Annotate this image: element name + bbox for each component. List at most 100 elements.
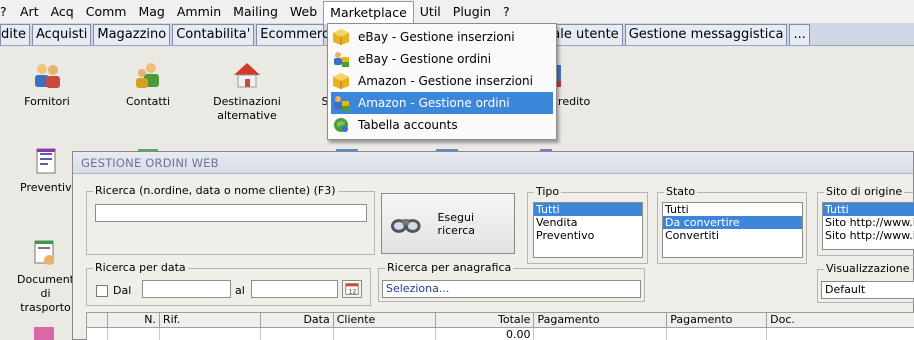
tab-magazzino[interactable]: Magazzino [93,24,171,45]
menu-art[interactable]: Art [14,1,45,23]
desktop-icon-label: Contatti [125,95,171,108]
desktop-icon-preventivi[interactable]: Preventivi [20,147,72,195]
transport-docs-icon [29,239,59,267]
menu-item-ebay-ordini[interactable]: eBay - Gestione ordini [328,48,556,70]
amazon-listings-icon [333,73,349,89]
desktop-icon-documenti[interactable]: Documenti di trasporto [14,239,74,315]
stato-group: Stato Tutti Da convertire Convertiti [657,185,807,264]
cell [667,328,768,340]
sito-group-label: Sito di origine [824,185,905,199]
tipo-group: Tipo Tutti Vendita Preventivo [527,185,648,264]
calendar-button[interactable]: 12 [342,280,362,298]
menu-marketplace[interactable]: Marketplace [323,0,414,25]
col-totale[interactable]: Totale [436,313,535,327]
alternative-destinations-icon [232,61,262,89]
tipo-option-vendita[interactable]: Vendita [534,216,642,229]
search-input[interactable] [95,204,367,222]
col-selector[interactable] [87,313,108,327]
sito-listbox[interactable]: Tutti Sito http://www.ils Sito http://ww… [822,202,914,250]
menu-help[interactable]: ? [497,1,516,23]
tipo-group-label: Tipo [534,185,562,199]
date-from-field[interactable] [142,280,231,298]
anagrafica-group: Ricerca per anagrafica Seleziona... [378,261,645,302]
col-pagamento-2[interactable]: Pagamento [667,313,768,327]
execute-search-label: Esegui ricerca [437,210,476,237]
binoculars-icon [390,218,421,233]
contacts-icon [133,61,163,89]
stato-option-tutti[interactable]: Tutti [663,203,802,216]
tipo-option-preventivo[interactable]: Preventivo [534,229,642,242]
col-cliente[interactable]: Cliente [334,313,436,327]
window-title: GESTIONE ORDINI WEB [73,152,913,174]
menu-item-ebay-inserzioni[interactable]: eBay - Gestione inserzioni [328,26,556,48]
col-rif[interactable]: Rif. [160,313,261,327]
menu-item-label: Tabella accounts [358,118,458,132]
calendar-icon: 12 [345,283,359,295]
visualizzazione-select[interactable]: Default [821,281,914,299]
amazon-orders-icon [334,96,349,111]
menu-plugin[interactable]: Plugin [447,1,497,23]
desktop-icon-label: Destinazioni alternative [213,95,281,122]
menu-item-tabella-accounts[interactable]: Tabella accounts [328,114,556,136]
gestione-ordini-window: GESTIONE ORDINI WEB Ricerca (n.ordine, d… [72,151,914,340]
quotes-icon [31,147,61,175]
ebay-listings-icon [333,29,349,45]
cell [108,328,160,340]
desktop-icon-label: credito [552,95,591,108]
marketplace-dropdown: eBay - Gestione inserzioni eBay - Gestio… [327,23,557,140]
cell [334,328,436,340]
menu-mag[interactable]: Mag [132,1,170,23]
sito-group: Sito di origine Tutti Sito http://www.il… [817,185,914,256]
tab-messaggistica[interactable]: Gestione messaggistica [624,24,788,45]
anagrafica-field[interactable]: Seleziona... [382,280,641,298]
tab-edite[interactable]: dite [0,24,30,45]
stato-option-convertiti[interactable]: Convertiti [663,229,802,242]
menu-system[interactable]: ? [0,1,6,23]
date-group: Ricerca per data Dal al 12 [86,261,371,306]
cell [261,328,334,340]
sito-option-2[interactable]: Sito http://www.ils [823,229,914,242]
cell [767,328,914,340]
visualizzazione-group: Visualizzazione Default [817,262,914,303]
execute-search-button[interactable]: Esegui ricerca [381,193,515,254]
desktop-icon-credito[interactable]: credito [552,61,592,109]
menu-web[interactable]: Web [284,1,323,23]
menu-ammin[interactable]: Ammin [171,1,227,23]
tab-acquisti[interactable]: Acquisti [31,24,92,45]
cell-totale: 0.00 [436,328,535,340]
date-group-label: Ricerca per data [93,261,188,275]
tab-ecommerce[interactable]: Ecommerce [256,24,337,45]
menu-mailing[interactable]: Mailing [227,1,284,23]
tab-contabilita[interactable]: Contabilita' [172,24,255,45]
dal-checkbox[interactable] [96,285,108,297]
col-data[interactable]: Data [261,313,334,327]
menu-item-label: Amazon - Gestione inserzioni [358,74,533,88]
col-doc[interactable]: Doc. [767,313,914,327]
menu-item-amazon-inserzioni[interactable]: Amazon - Gestione inserzioni [328,70,556,92]
ebay-orders-icon [334,52,349,67]
tipo-listbox[interactable]: Tutti Vendita Preventivo [533,202,643,258]
menu-comm[interactable]: Comm [80,1,133,23]
stato-option-da-convertire[interactable]: Da convertire [663,216,802,229]
col-pagamento[interactable]: Pagamento [534,313,668,327]
stato-listbox[interactable]: Tutti Da convertire Convertiti [662,202,803,258]
desktop-icon-fornitori[interactable]: Fornitori [18,61,76,109]
search-group: Ricerca (n.ordine, data o nome cliente) … [86,184,375,255]
menu-acq[interactable]: Acq [45,1,80,23]
cell [87,328,108,340]
date-to-field[interactable] [251,280,338,298]
table-row[interactable]: 0.00 [87,328,914,340]
menu-util[interactable]: Util [414,1,447,23]
menu-item-amazon-ordini[interactable]: Amazon - Gestione ordini [331,92,553,114]
desktop-icon-destinazioni[interactable]: Destinazioni alternative [205,61,289,123]
tipo-option-tutti[interactable]: Tutti [534,203,642,216]
al-label: al [235,284,245,297]
tab-more[interactable]: ... [789,24,810,45]
tab-utente[interactable]: ale utente [548,24,623,45]
sito-option-tutti[interactable]: Tutti [823,203,914,216]
grid-header: N. Rif. Data Cliente Totale Pagamento Pa… [87,313,914,328]
sito-option-1[interactable]: Sito http://www.ils [823,216,914,229]
col-numero[interactable]: N. [108,313,160,327]
menu-item-label: eBay - Gestione inserzioni [358,30,515,44]
desktop-icon-contatti[interactable]: Contatti [118,61,178,109]
